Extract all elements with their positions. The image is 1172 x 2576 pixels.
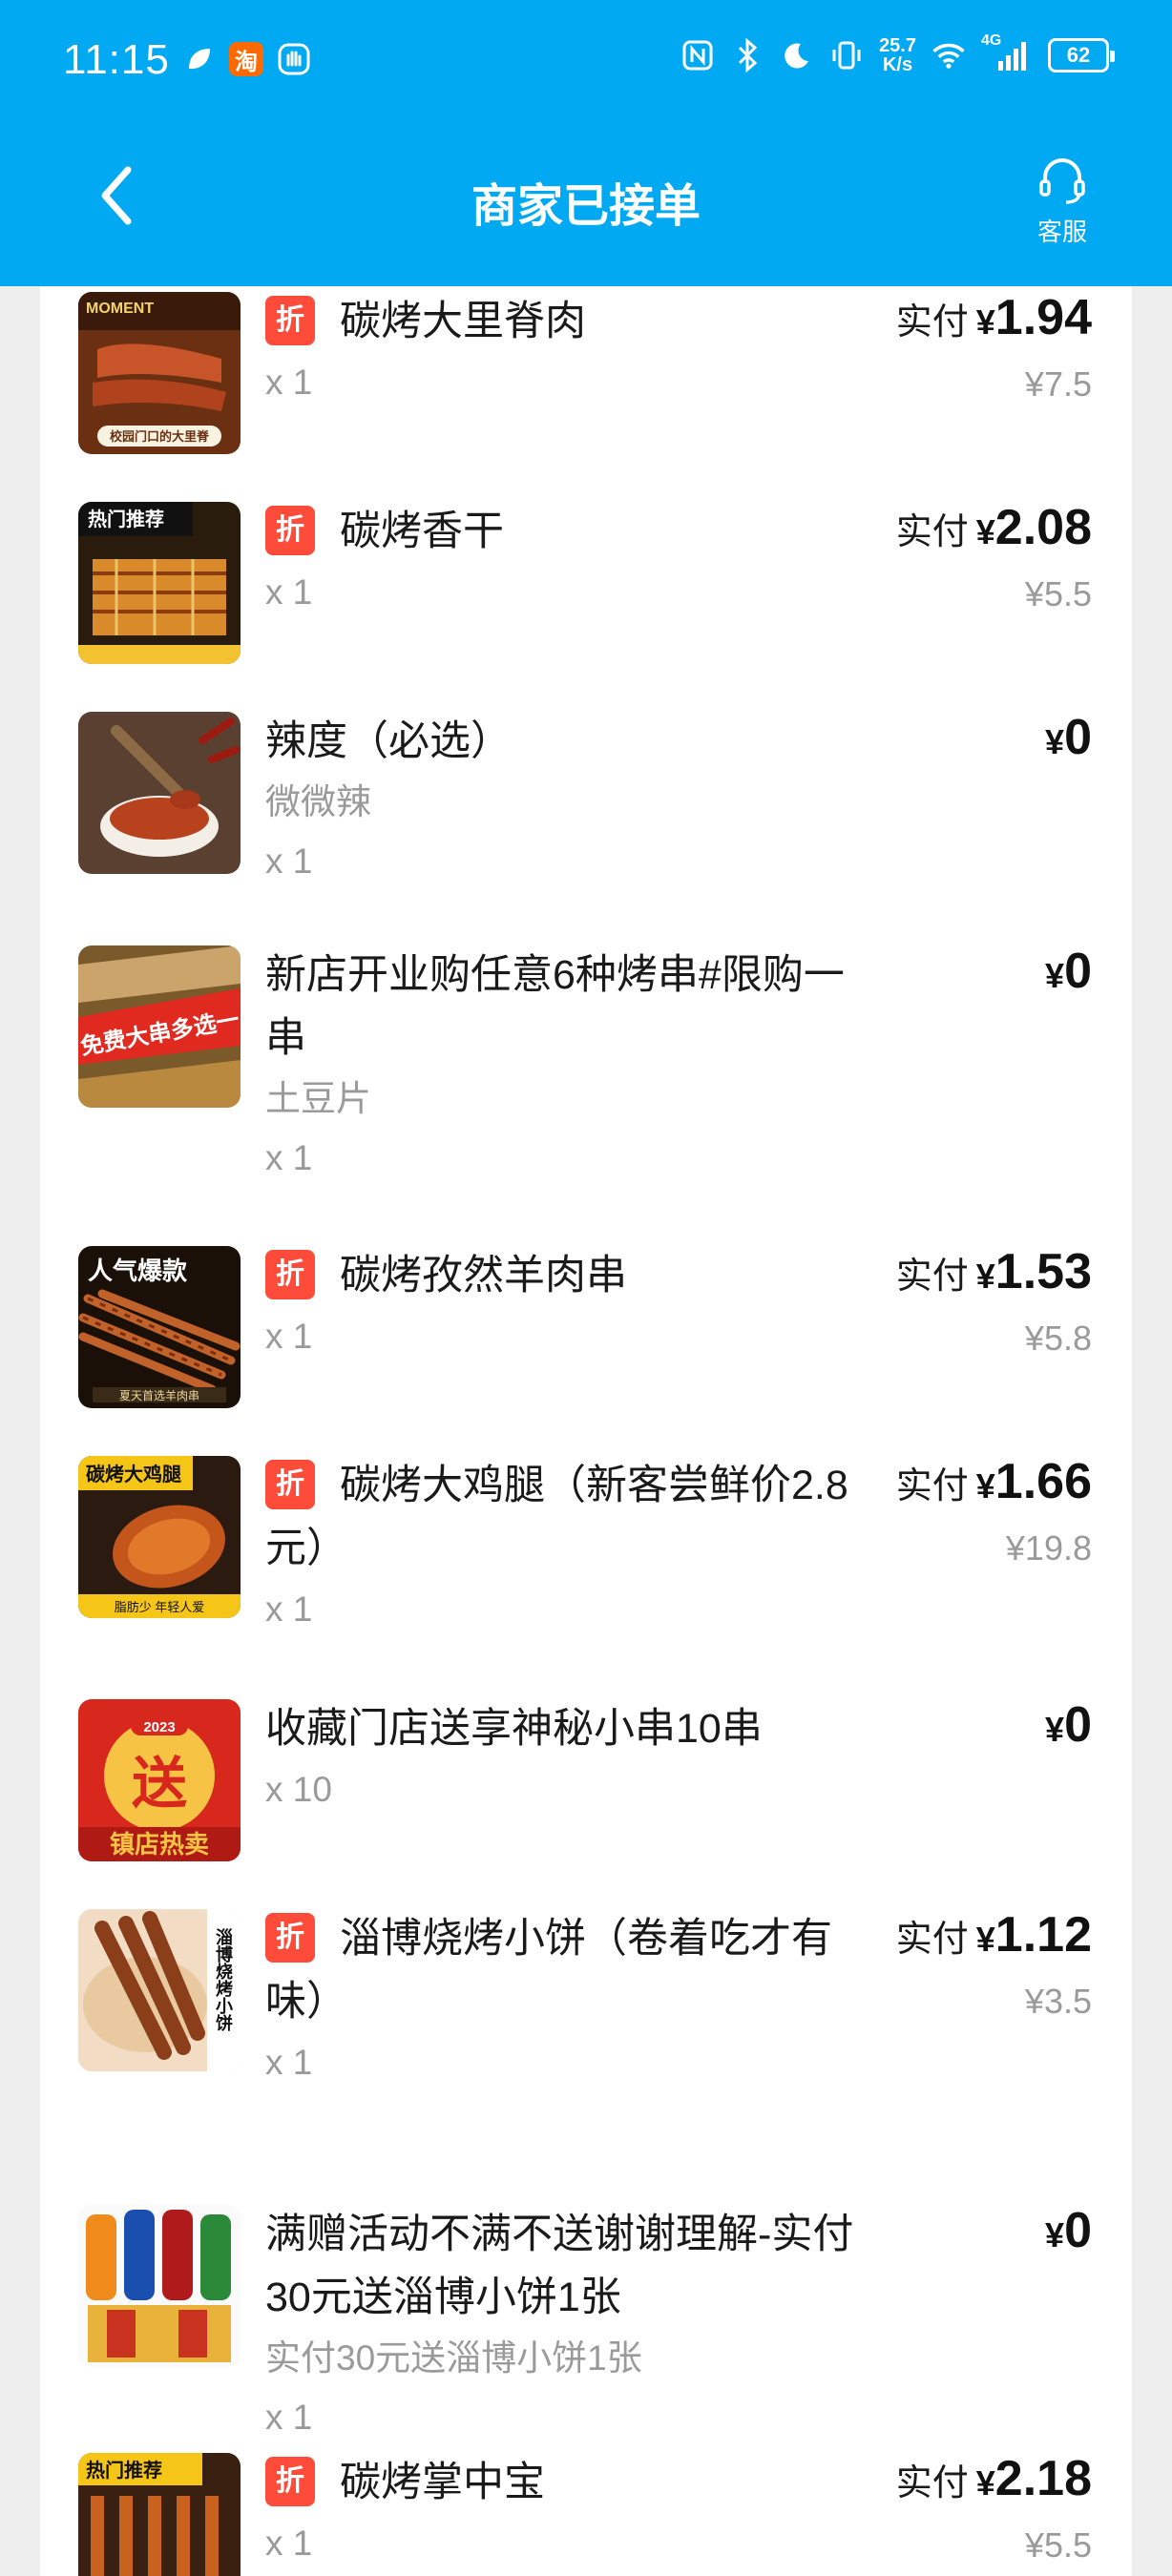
order-item: 热门推荐 折碳烤掌中宝 x 1 实付¥2.18 ¥5.5 bbox=[40, 2438, 1132, 2576]
paid-amount: 1.12 bbox=[995, 1907, 1092, 1963]
original-price: ¥5.5 bbox=[896, 2523, 1092, 2568]
order-item: 淄博烧烤小饼 折淄博烧烤小饼（卷着吃才有味） x 1 实付¥1.12 ¥3.5 bbox=[40, 1894, 1132, 2190]
battery-icon: 62 bbox=[1048, 38, 1109, 73]
product-thumbnail[interactable] bbox=[78, 2205, 241, 2367]
product-thumbnail[interactable]: 碳烤大鸡腿 脂肪少 年轻人爱 bbox=[78, 1456, 241, 1618]
svg-text:送: 送 bbox=[132, 1753, 187, 1815]
item-quantity: x 1 bbox=[265, 563, 876, 622]
item-quantity: x 10 bbox=[265, 1760, 876, 1819]
order-item: 人气爆款 夏天首选羊肉串 折碳烤孜然羊肉串 x 1 实付¥1.53 ¥5.8 bbox=[40, 1231, 1132, 1441]
order-item: MOMENT 校园门口的大里脊 折碳烤大里脊肉 x 1 实付¥1.94 ¥7.5 bbox=[40, 286, 1132, 487]
original-price: ¥5.5 bbox=[896, 571, 1092, 617]
svg-text:热门推荐: 热门推荐 bbox=[86, 2459, 162, 2482]
item-price: 0 bbox=[1064, 1697, 1092, 1753]
svg-text:淄博烧烤小饼: 淄博烧烤小饼 bbox=[214, 1927, 233, 2032]
vibrate-icon bbox=[829, 38, 864, 73]
original-price: ¥3.5 bbox=[896, 1979, 1092, 2025]
product-thumbnail[interactable]: 人气爆款 夏天首选羊肉串 bbox=[78, 1246, 241, 1408]
order-item: 满赠活动不满不送谢谢理解-实付30元送淄博小饼1张 实付30元送淄博小饼1张 x… bbox=[40, 2190, 1132, 2438]
item-name: 碳烤香干 bbox=[340, 509, 504, 554]
order-items-card: MOMENT 校园门口的大里脊 折碳烤大里脊肉 x 1 实付¥1.94 ¥7.5… bbox=[40, 286, 1132, 2576]
item-name: 新店开业购任意6种烤串#限购一串 bbox=[265, 944, 876, 1070]
page-title: 商家已接单 bbox=[0, 168, 1172, 235]
order-item: 2023 送 镇店热卖 收藏门店送享神秘小串10串 x 10 ¥0 bbox=[40, 1684, 1132, 1894]
item-quantity: x 1 bbox=[265, 1129, 876, 1188]
discount-badge: 折 bbox=[265, 1250, 315, 1299]
svg-text:MOMENT: MOMENT bbox=[86, 301, 154, 317]
item-quantity: x 1 bbox=[265, 353, 876, 412]
paid-amount: 1.94 bbox=[995, 290, 1092, 345]
status-time: 11:15 bbox=[63, 36, 170, 84]
app-header: 11:15 淘 25.7K/s bbox=[0, 0, 1172, 286]
product-thumbnail[interactable]: MOMENT 校园门口的大里脊 bbox=[78, 292, 241, 454]
item-name: 满赠活动不满不送谢谢理解-实付30元送淄博小饼1张 bbox=[265, 2203, 876, 2329]
nfc-icon bbox=[680, 38, 715, 73]
item-price: 0 bbox=[1064, 2203, 1092, 2258]
item-quantity: x 1 bbox=[265, 1307, 876, 1366]
paid-label: 实付 bbox=[896, 302, 969, 343]
signal-icon: 4G bbox=[981, 38, 1033, 73]
item-name: 碳烤孜然羊肉串 bbox=[340, 1253, 627, 1298]
item-quantity: x 1 bbox=[265, 2033, 876, 2092]
customer-service-label: 客服 bbox=[1010, 213, 1115, 248]
item-price: 0 bbox=[1064, 710, 1092, 765]
svg-text:碳烤大鸡腿: 碳烤大鸡腿 bbox=[86, 1463, 181, 1485]
item-name: 碳烤掌中宝 bbox=[340, 2460, 545, 2505]
status-bar: 11:15 淘 25.7K/s bbox=[0, 0, 1172, 124]
svg-text:人气爆款: 人气爆款 bbox=[88, 1257, 188, 1285]
item-quantity: x 1 bbox=[265, 1580, 876, 1639]
order-item: 碳烤大鸡腿 脂肪少 年轻人爱 折碳烤大鸡腿（新客尝鲜价2.8元） x 1 实付¥… bbox=[40, 1441, 1132, 1684]
svg-text:镇店热卖: 镇店热卖 bbox=[110, 1830, 209, 1859]
product-thumbnail[interactable]: 热门推荐 bbox=[78, 502, 241, 664]
original-price: ¥7.5 bbox=[896, 362, 1092, 407]
item-price: 0 bbox=[1064, 944, 1092, 999]
discount-badge: 折 bbox=[265, 506, 315, 555]
leaf-icon bbox=[181, 42, 216, 76]
item-quantity: x 1 bbox=[265, 832, 876, 891]
order-item: 热门推荐 折碳烤香干 x 1 实付¥2.08 ¥5.5 bbox=[40, 487, 1132, 696]
product-thumbnail[interactable]: 热门推荐 bbox=[78, 2453, 241, 2576]
paid-amount: 2.08 bbox=[995, 500, 1092, 555]
paid-amount: 1.53 bbox=[995, 1244, 1092, 1299]
item-name: 收藏门店送享神秘小串10串 bbox=[265, 1697, 876, 1760]
product-thumbnail[interactable]: 2023 送 镇店热卖 bbox=[78, 1699, 241, 1861]
item-name: 碳烤大里脊肉 bbox=[340, 299, 586, 344]
headset-icon bbox=[1034, 156, 1091, 206]
moon-icon bbox=[780, 38, 814, 73]
original-price: ¥5.8 bbox=[896, 1316, 1092, 1361]
bluetooth-icon bbox=[730, 38, 764, 73]
item-name: 碳烤大鸡腿（新客尝鲜价2.8元） bbox=[265, 1463, 848, 1571]
customer-service-button[interactable]: 客服 bbox=[1010, 156, 1115, 248]
original-price: ¥19.8 bbox=[896, 1526, 1092, 1571]
discount-badge: 折 bbox=[265, 296, 315, 345]
item-name: 淄博烧烤小饼（卷着吃才有味） bbox=[265, 1916, 832, 2025]
item-spec: 微微辣 bbox=[265, 773, 876, 832]
hand-icon bbox=[277, 42, 311, 76]
item-spec: 实付30元送淄博小饼1张 bbox=[265, 2329, 876, 2388]
svg-text:校园门口的大里脊: 校园门口的大里脊 bbox=[110, 429, 210, 444]
taobao-icon: 淘 bbox=[229, 42, 263, 76]
discount-badge: 折 bbox=[265, 2457, 315, 2506]
product-thumbnail[interactable] bbox=[78, 712, 241, 874]
paid-amount: 1.66 bbox=[995, 1454, 1092, 1509]
item-quantity: x 1 bbox=[265, 2514, 876, 2573]
item-name: 辣度（必选） bbox=[265, 710, 876, 773]
discount-badge: 折 bbox=[265, 1460, 315, 1509]
svg-text:热门推荐: 热门推荐 bbox=[88, 508, 164, 530]
discount-badge: 折 bbox=[265, 1913, 315, 1963]
wifi-icon bbox=[931, 38, 966, 73]
svg-text:夏天首选羊肉串: 夏天首选羊肉串 bbox=[119, 1388, 199, 1402]
order-item: 辣度（必选） 微微辣 x 1 ¥0 bbox=[40, 696, 1132, 930]
product-thumbnail[interactable]: 免费大串多选一 bbox=[78, 945, 241, 1108]
paid-amount: 2.18 bbox=[995, 2451, 1092, 2506]
order-item: 免费大串多选一 新店开业购任意6种烤串#限购一串 土豆片 x 1 ¥0 bbox=[40, 930, 1132, 1231]
item-spec: 土豆片 bbox=[265, 1070, 876, 1129]
net-speed: 25.7K/s bbox=[879, 36, 916, 74]
svg-text:脂肪少 年轻人爱: 脂肪少 年轻人爱 bbox=[115, 1600, 205, 1614]
product-thumbnail[interactable]: 淄博烧烤小饼 bbox=[78, 1909, 241, 2071]
svg-text:2023: 2023 bbox=[143, 1719, 175, 1735]
